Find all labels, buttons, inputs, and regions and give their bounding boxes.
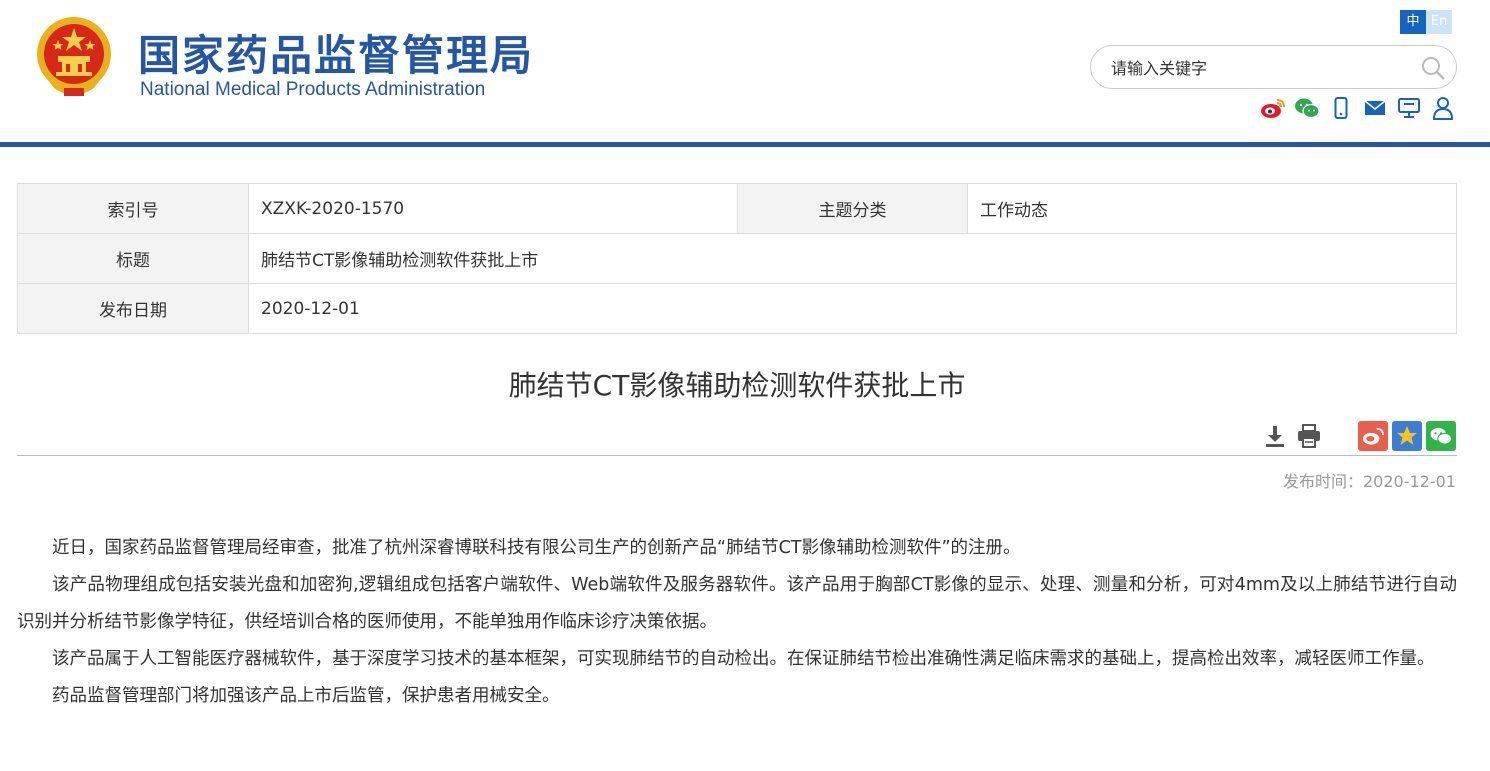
article-meta-table: 索引号 XZXK-2020-1570 主题分类 工作动态 标题 肺结节CT影像辅… — [17, 183, 1457, 334]
header-icon-bar — [1260, 96, 1456, 120]
mobile-icon[interactable] — [1328, 96, 1354, 120]
search-box — [1090, 45, 1457, 89]
download-icon[interactable] — [1260, 421, 1290, 451]
search-input[interactable] — [1111, 54, 1411, 82]
category-value: 工作动态 — [967, 183, 1457, 234]
title-divider — [17, 455, 1457, 456]
index-value: XZXK-2020-1570 — [248, 183, 738, 234]
share-favorite-icon[interactable] — [1392, 421, 1422, 451]
share-weibo-icon[interactable] — [1358, 421, 1388, 451]
lang-zh-button[interactable]: 中 — [1400, 10, 1426, 34]
article-paragraph: 近日，国家药品监督管理局经审查，批准了杭州深睿博联科技有限公司生产的创新产品“肺… — [52, 538, 1021, 558]
article-paragraph: 该产品物理组成包括安装光盘和加密狗,逻辑组成包括客户端软件、Web端软件及服务器… — [17, 575, 1457, 632]
category-label: 主题分类 — [737, 183, 968, 234]
share-wechat-icon[interactable] — [1426, 421, 1456, 451]
national-emblem-icon[interactable] — [34, 14, 114, 100]
title-value: 肺结节CT影像辅助检测软件获批上市 — [248, 233, 1457, 284]
mail-icon[interactable] — [1362, 96, 1388, 120]
lang-en-button[interactable]: En — [1426, 10, 1452, 34]
article-body: 近日，国家药品监督管理局经审查，批准了杭州深睿博联科技有限公司生产的创新产品“肺… — [17, 530, 1457, 715]
weibo-icon[interactable] — [1260, 96, 1286, 120]
table-row: 发布日期 2020-12-01 — [17, 283, 1457, 334]
title-label: 标题 — [17, 233, 249, 284]
site-header: 国家药品监督管理局 National Medical Products Admi… — [0, 0, 1490, 142]
index-label: 索引号 — [17, 183, 249, 234]
date-label: 发布日期 — [17, 283, 249, 334]
print-icon[interactable] — [1294, 421, 1324, 451]
header-divider-bar — [0, 142, 1490, 147]
article-title: 肺结节CT影像辅助检测软件获批上市 — [508, 369, 966, 402]
article-paragraph: 药品监督管理部门将加强该产品上市后监管，保护患者用械安全。 — [52, 686, 560, 706]
user-icon[interactable] — [1430, 96, 1456, 120]
screen-icon[interactable] — [1396, 96, 1422, 120]
article-toolbar — [1256, 421, 1456, 451]
site-title-cn[interactable]: 国家药品监督管理局 — [138, 22, 534, 83]
date-value: 2020-12-01 — [248, 283, 1457, 334]
search-icon[interactable] — [1420, 55, 1446, 81]
table-row: 索引号 XZXK-2020-1570 主题分类 工作动态 — [17, 183, 1457, 234]
language-switch: 中 En — [1400, 10, 1452, 34]
table-row: 标题 肺结节CT影像辅助检测软件获批上市 — [17, 233, 1457, 284]
publish-time: 发布时间：2020-12-01 — [1283, 472, 1456, 491]
site-title-en[interactable]: National Medical Products Administration — [140, 79, 485, 101]
article-paragraph: 该产品属于人工智能医疗器械软件，基于深度学习技术的基本框架，可实现肺结节的自动检… — [52, 649, 1435, 669]
wechat-icon[interactable] — [1294, 96, 1320, 120]
